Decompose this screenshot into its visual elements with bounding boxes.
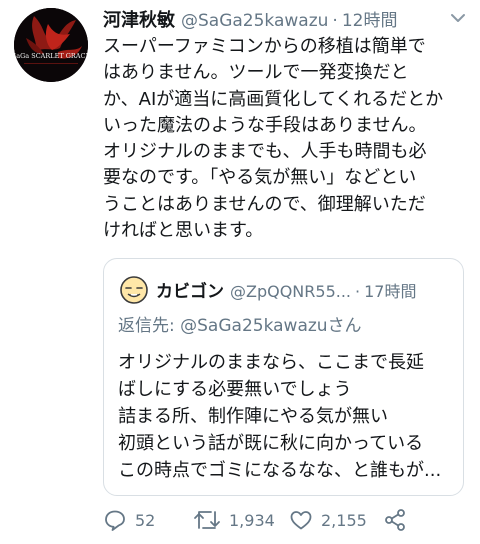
chevron-down-icon[interactable] [450,12,466,24]
quoted-header: カビゴン @ZpQQNR55... · 17時間 [156,277,451,301]
reply-count: 52 [135,510,156,530]
tweet-body: スーパーファミコンからの移植は簡単で はありません。ツールで一発変換だと か、A… [103,36,444,242]
retweet-count: 1,934 [229,510,275,530]
author-handle[interactable]: @SaGa25kawazu [181,11,328,31]
avatar-image: SaGa SCARLET GRACE [14,8,88,82]
quoted-time[interactable]: 17時間 [364,282,416,301]
like-count: 2,155 [321,510,367,530]
retweet-icon [194,511,220,529]
reply-icon [105,510,125,531]
header-separator: · [332,11,338,31]
quoted-tweet[interactable]: カビゴン @ZpQQNR55... · 17時間 返信先: @SaGa25kawazu… [103,258,464,496]
like-button[interactable]: 2,155 [289,505,367,535]
tweet-time[interactable]: 12時間 [342,11,398,31]
share-button[interactable] [383,505,407,535]
quoted-separator: · [355,282,361,301]
retweet-button[interactable]: 1,934 [193,505,275,535]
quoted-author-name[interactable]: カビゴン [156,282,224,301]
reply-to-suffix: さん [327,316,362,336]
quoted-author-handle[interactable]: @ZpQQNR55... [230,282,351,301]
quoted-avatar-icon [120,276,148,304]
action-bar: 52 1,934 2,155 [103,505,423,535]
author-name[interactable]: 河津秋敏 [103,10,175,31]
share-icon [385,509,405,531]
quoted-body: オリジナルのままなら、ここまで長延 ばしにする必要無いでしょう 詰まる所、制作陣… [118,352,442,481]
tweet-header: 河津秋敏 @SaGa25kawazu · 12時間 [103,6,440,32]
reply-to-user[interactable]: @SaGa25kawazu [180,316,327,336]
reply-to-prefix: 返信先: [118,316,181,336]
avatar-logo-text: SaGa SCARLET GRACE [14,52,88,60]
reply-button[interactable]: 52 [103,505,155,535]
reply-to-line: 返信先: @SaGa25kawazuさん [118,311,362,336]
author-avatar[interactable]: SaGa SCARLET GRACE [14,8,88,82]
like-icon [290,511,312,530]
